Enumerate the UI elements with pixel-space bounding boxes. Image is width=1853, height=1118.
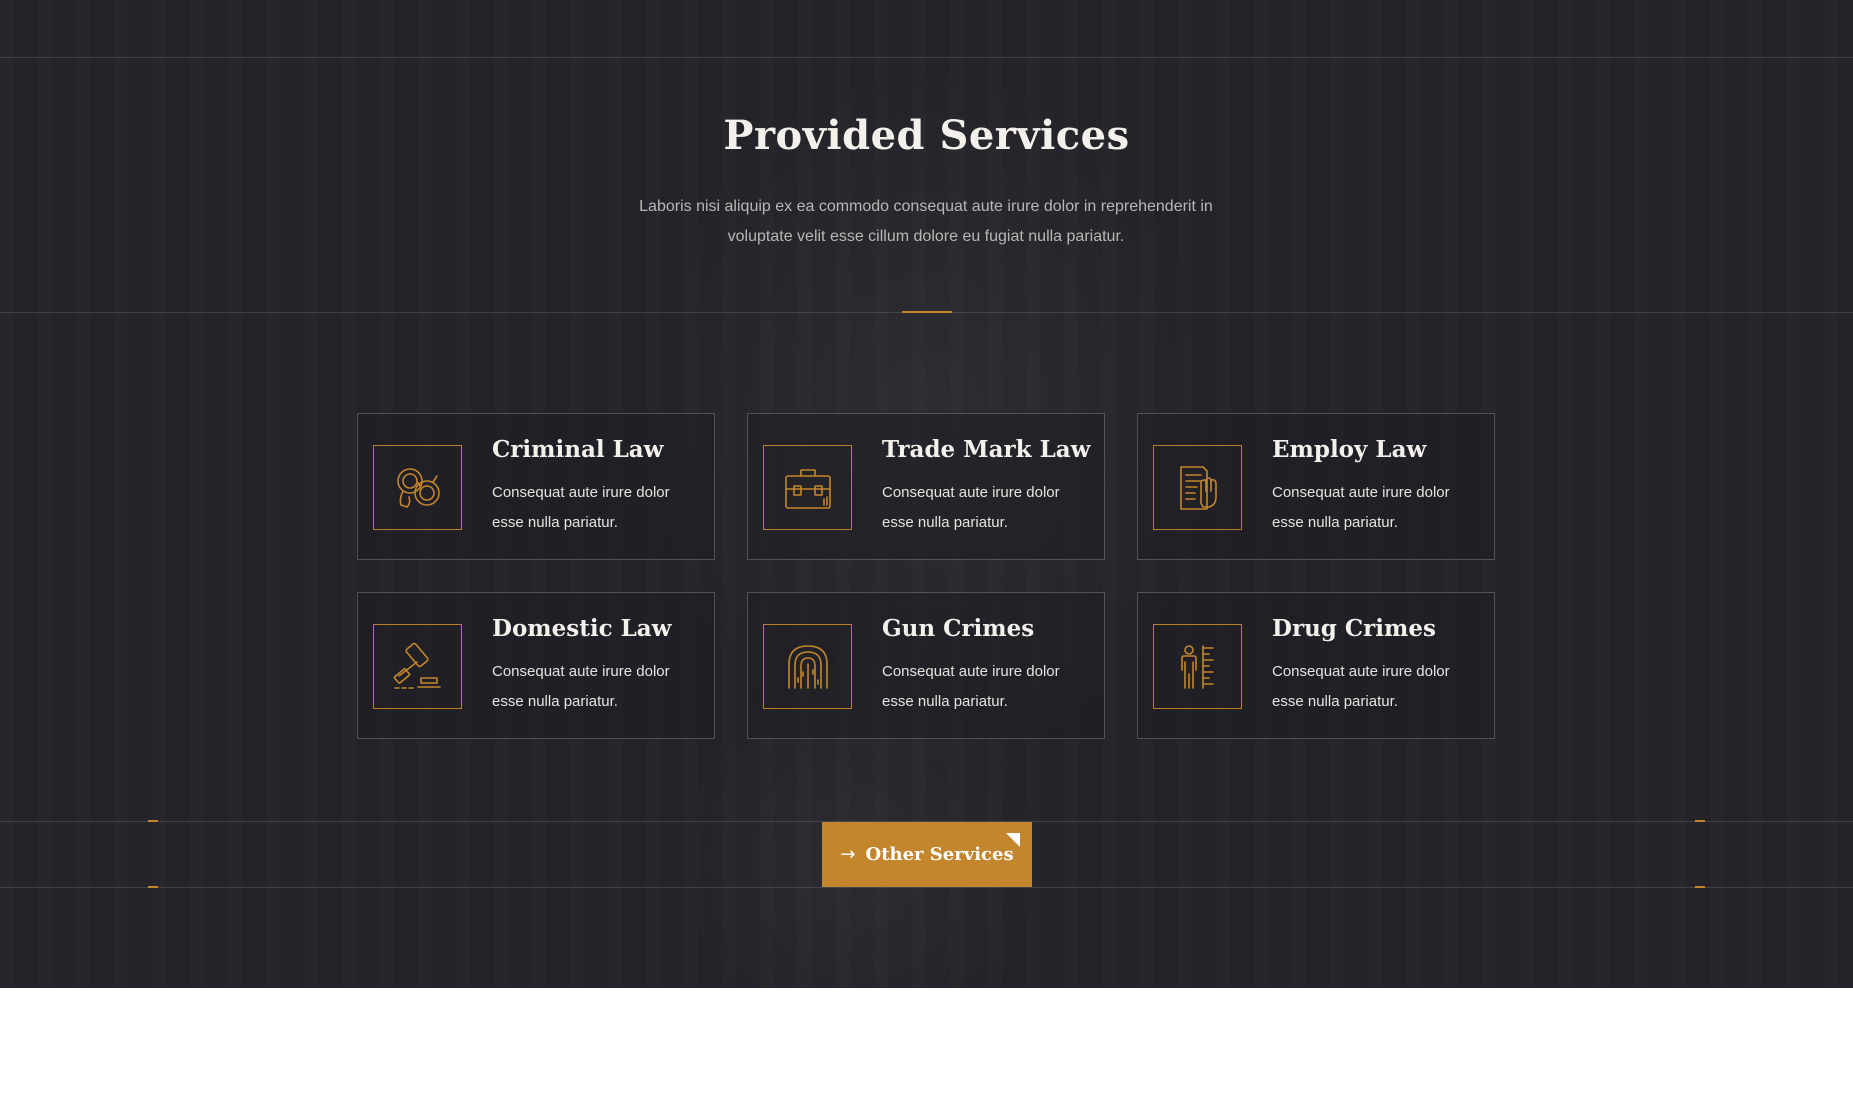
service-description: Consequat aute irure dolor esse nulla pa…	[1272, 484, 1450, 531]
service-description: Consequat aute irure dolor esse nulla pa…	[882, 663, 1060, 710]
service-title: Gun Crimes	[882, 615, 1035, 642]
band-marker	[148, 886, 158, 888]
service-description: Consequat aute irure dolor esse nulla pa…	[492, 484, 670, 531]
band-marker	[1695, 820, 1705, 822]
service-card-drug-crimes[interactable]: Drug Crimes Consequat aute irure dolor e…	[1137, 592, 1495, 739]
service-description: Consequat aute irure dolor esse nulla pa…	[492, 663, 670, 710]
service-title: Trade Mark Law	[882, 436, 1091, 463]
service-card-employ-law[interactable]: Employ Law Consequat aute irure dolor es…	[1137, 413, 1495, 560]
briefcase-icon	[763, 445, 852, 530]
band-marker	[148, 820, 158, 822]
service-card-domestic-law[interactable]: Domestic Law Consequat aute irure dolor …	[357, 592, 715, 739]
service-description: Consequat aute irure dolor esse nulla pa…	[1272, 663, 1450, 710]
height-chart-person-icon	[1153, 624, 1242, 709]
services-section: Provided Services Laboris nisi aliquip e…	[0, 0, 1853, 988]
service-title: Drug Crimes	[1272, 615, 1436, 642]
fingerprint-icon	[763, 624, 852, 709]
service-title: Criminal Law	[492, 436, 664, 463]
divider-cta-bottom	[0, 887, 1853, 888]
service-card-gun-crimes[interactable]: Gun Crimes Consequat aute irure dolor es…	[747, 592, 1105, 739]
service-title: Domestic Law	[492, 615, 672, 642]
section-subtitle: Laboris nisi aliquip ex ea commodo conse…	[639, 198, 1213, 245]
other-services-button[interactable]: → Other Services	[822, 822, 1032, 887]
arrow-right-icon: →	[840, 844, 856, 865]
gavel-icon	[373, 624, 462, 709]
service-title: Employ Law	[1272, 436, 1427, 463]
service-card-trade-mark-law[interactable]: Trade Mark Law Consequat aute irure dolo…	[747, 413, 1105, 560]
corner-triangle-icon	[1006, 833, 1020, 847]
divider-top	[0, 57, 1853, 58]
section-title: Provided Services	[723, 112, 1130, 159]
handcuffs-icon	[373, 445, 462, 530]
band-marker	[1695, 886, 1705, 888]
service-card-criminal-law[interactable]: Criminal Law Consequat aute irure dolor …	[357, 413, 715, 560]
other-services-label: Other Services	[865, 844, 1014, 865]
service-description: Consequat aute irure dolor esse nulla pa…	[882, 484, 1060, 531]
page: Provided Services Laboris nisi aliquip e…	[0, 0, 1853, 1118]
document-fist-icon	[1153, 445, 1242, 530]
accent-underline	[902, 311, 952, 313]
